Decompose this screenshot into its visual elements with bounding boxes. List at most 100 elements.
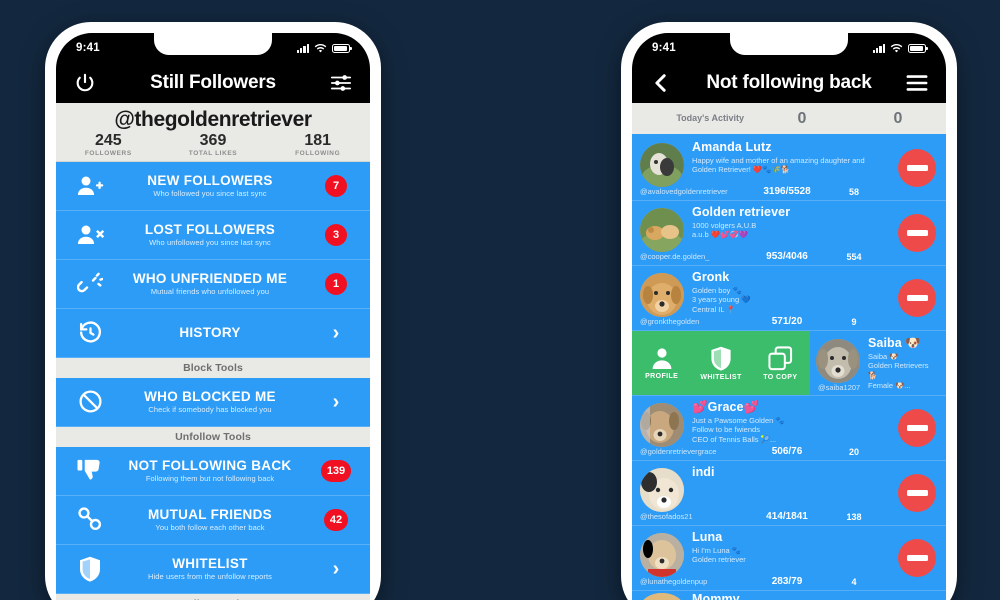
stat-followers: 245 FOLLOWERS bbox=[56, 132, 161, 157]
block-bar bbox=[906, 165, 928, 171]
screenshot-canvas: 9:41 Still Followers @thegoldenretriever… bbox=[0, 0, 1000, 600]
user-ratio: 506/76 bbox=[771, 446, 803, 457]
block-icon[interactable] bbox=[898, 214, 936, 252]
menu-item-title: MUTUAL FRIENDS bbox=[148, 507, 272, 523]
menu-item-text: MUTUAL FRIENDS You both follow each othe… bbox=[112, 507, 314, 532]
signal-icon bbox=[296, 43, 309, 53]
menu-item-title: WHITELIST bbox=[172, 556, 248, 572]
swipe-action-panel[interactable]: PROFILE WHITELIST TO COPY bbox=[632, 331, 810, 395]
block-bar bbox=[906, 295, 928, 301]
section-header-unfollow-tools: Unfollow Tools bbox=[56, 426, 370, 447]
menu-item-whitelist[interactable]: WHITELIST Hide users from the unfollow r… bbox=[56, 544, 370, 594]
user-list[interactable]: Amanda Lutz Happy wife and mother of an … bbox=[632, 136, 946, 600]
menu-item-who-unfriended-me[interactable]: WHO UNFRIENDED ME Mutual friends who unf… bbox=[56, 259, 370, 309]
blocked-icon bbox=[68, 389, 112, 414]
power-icon[interactable] bbox=[72, 70, 98, 96]
hamburger-icon[interactable] bbox=[904, 70, 930, 96]
avatar bbox=[640, 273, 684, 317]
stat-total-likes: 369 TOTAL LIKES bbox=[161, 132, 266, 157]
user-name: Mommy bbox=[692, 592, 740, 600]
thumbs-down-icon bbox=[68, 458, 112, 484]
user-metrics: @gronkthegolden 571/20 9 bbox=[640, 316, 886, 327]
user-handle: @cooper.de.golden_ bbox=[640, 252, 710, 261]
swipe-action-profile[interactable]: PROFILE bbox=[632, 346, 691, 380]
menu-item-end: › bbox=[314, 392, 358, 412]
user-handle: @saiba1207 bbox=[818, 383, 861, 392]
user-metrics: @thesofados21 414/1841 138 bbox=[640, 511, 886, 522]
list-item[interactable]: indi @thesofados21 414/1841 138 bbox=[632, 461, 946, 526]
user-name: Saiba 🐶 bbox=[868, 336, 922, 350]
user-handle: @goldenretrievergrace bbox=[640, 447, 717, 456]
section-header-block-tools: Block Tools bbox=[56, 357, 370, 378]
swipe-action-label: TO COPY bbox=[763, 373, 798, 381]
status-time: 9:41 bbox=[652, 42, 676, 54]
stat-value: 181 bbox=[304, 132, 332, 149]
menu-item-lost-followers[interactable]: LOST FOLLOWERS Who unfollowed you since … bbox=[56, 210, 370, 260]
menu-item-title: HISTORY bbox=[179, 324, 241, 340]
back-chevron-icon[interactable] bbox=[648, 70, 674, 96]
avatar bbox=[640, 468, 684, 512]
stat-label: FOLLOWING bbox=[295, 149, 341, 157]
screen-left: 9:41 Still Followers @thegoldenretriever… bbox=[56, 33, 370, 600]
stat-value: 245 bbox=[94, 132, 122, 149]
user-name: Amanda Lutz bbox=[692, 140, 772, 154]
block-icon[interactable] bbox=[898, 409, 936, 447]
activity-label: Today's Activity bbox=[676, 113, 744, 124]
copy-icon bbox=[768, 345, 792, 370]
status-badge: 7 bbox=[325, 174, 347, 197]
shield-icon bbox=[68, 556, 112, 582]
status-bar-right: 9:41 bbox=[632, 33, 946, 63]
phone-mockup-left: 9:41 Still Followers @thegoldenretriever… bbox=[45, 22, 381, 600]
page-title: Still Followers bbox=[150, 72, 276, 93]
status-indicators bbox=[872, 43, 928, 53]
block-bar bbox=[906, 555, 928, 561]
menu-item-not-following-back[interactable]: NOT FOLLOWING BACK Following them but no… bbox=[56, 446, 370, 496]
menu-item-mutual-friends[interactable]: MUTUAL FRIENDS You both follow each othe… bbox=[56, 495, 370, 545]
nav-bar-left: Still Followers bbox=[56, 63, 370, 103]
avatar bbox=[816, 339, 860, 383]
swiped-user-info[interactable]: Saiba 🐶 Saiba 🐶 Golden Retrievers 🐕 Fema… bbox=[810, 331, 946, 395]
menu-item-new-followers[interactable]: NEW FOLLOWERS Who followed you since las… bbox=[56, 161, 370, 211]
swipe-action-whitelist[interactable]: WHITELIST bbox=[691, 346, 750, 381]
menu-item-title: NOT FOLLOWING BACK bbox=[128, 458, 292, 474]
swipe-action-to-copy[interactable]: TO COPY bbox=[751, 345, 810, 381]
block-icon[interactable] bbox=[898, 474, 936, 512]
section-header-follow-tools: Follow Tools bbox=[56, 593, 370, 600]
user-handle: @thesofados21 bbox=[640, 512, 693, 521]
list-item[interactable]: Luna Hi I'm Luna 🐾 Golden retriever @lun… bbox=[632, 526, 946, 591]
list-item[interactable]: Golden retriever 1000 volgers A.U.B a.u.… bbox=[632, 201, 946, 266]
status-badge: 42 bbox=[323, 508, 349, 531]
status-badge: 139 bbox=[320, 459, 352, 482]
user-name: Luna bbox=[692, 530, 723, 544]
menu-item-who-blocked-me[interactable]: WHO BLOCKED ME Check if somebody has blo… bbox=[56, 377, 370, 427]
page-title: Not following back bbox=[706, 72, 872, 93]
user-handle: @gronkthegolden bbox=[640, 317, 700, 326]
menu-item-end: 139 bbox=[314, 459, 358, 482]
list-item-swiped[interactable]: PROFILE WHITELIST TO COPY Saiba 🐶 Saiba … bbox=[632, 331, 946, 396]
user-ratio: 283/79 bbox=[771, 576, 803, 587]
menu-item-subtitle: Who followed you since last sync bbox=[153, 189, 267, 199]
list-item[interactable]: Amanda Lutz Happy wife and mother of an … bbox=[632, 136, 946, 201]
profile-stats: 245 FOLLOWERS 369 TOTAL LIKES 181 FOLLOW… bbox=[56, 132, 370, 157]
menu-item-history[interactable]: HISTORY › bbox=[56, 308, 370, 358]
profile-handle: @thegoldenretriever bbox=[114, 108, 312, 131]
status-indicators bbox=[296, 43, 352, 53]
menu-item-title: NEW FOLLOWERS bbox=[147, 173, 273, 189]
phone-mockup-right: 9:41 Not following back Today's Activity… bbox=[621, 22, 957, 600]
user-name: Gronk bbox=[692, 270, 730, 284]
block-bar bbox=[906, 230, 928, 236]
list-item[interactable]: Gronk Golden boy 🐾 3 years young 💙 Centr… bbox=[632, 266, 946, 331]
avatar bbox=[640, 403, 684, 447]
menu-item-text: HISTORY bbox=[112, 325, 314, 341]
status-badge: 1 bbox=[325, 272, 347, 295]
user-handle: @lunathegoldenpup bbox=[640, 577, 708, 586]
block-icon[interactable] bbox=[898, 149, 936, 187]
swipe-action-label: WHITELIST bbox=[700, 373, 742, 381]
status-bar-left: 9:41 bbox=[56, 33, 370, 63]
avatar bbox=[640, 533, 684, 577]
sliders-icon[interactable] bbox=[328, 70, 354, 96]
block-icon[interactable] bbox=[898, 539, 936, 577]
block-icon[interactable] bbox=[898, 279, 936, 317]
list-item-partial[interactable]: Mommy bbox=[632, 591, 946, 600]
list-item[interactable]: 💕Grace💕 Just a Pawsome Golden 🐾 Follow t… bbox=[632, 396, 946, 461]
